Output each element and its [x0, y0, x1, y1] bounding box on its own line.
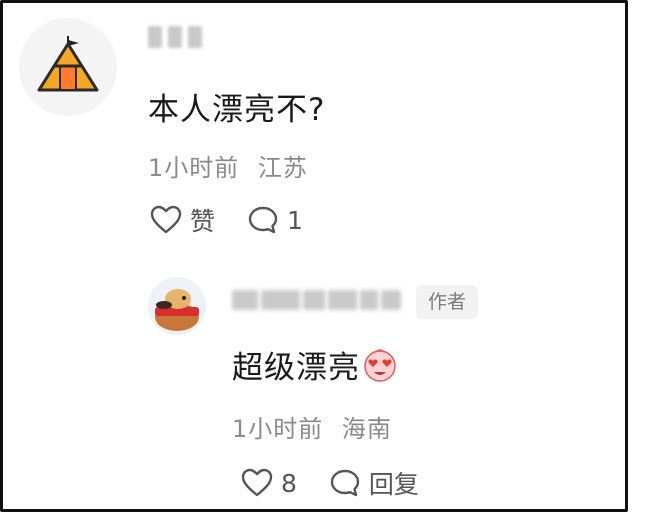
reply-button[interactable]: 回复	[329, 465, 419, 501]
comment-bubble-icon	[330, 469, 360, 497]
reply-author-name-blurred[interactable]	[232, 286, 404, 314]
comment-actions: 赞 1	[150, 202, 335, 238]
reply-actions: 8 回复	[241, 465, 451, 501]
reply-text-row: 超级漂亮	[232, 342, 398, 387]
commenter-avatar[interactable]	[19, 18, 117, 116]
like-button[interactable]: 赞	[150, 202, 215, 238]
reply-author-avatar[interactable]	[148, 277, 206, 335]
cartoon-avatar-icon	[148, 277, 206, 335]
reply-like-button[interactable]: 8	[241, 468, 297, 498]
commenter-name-blurred[interactable]	[148, 26, 212, 52]
comment-text: 本人漂亮不?	[148, 92, 326, 128]
comment-bubble-icon	[248, 206, 278, 234]
comment-location: 江苏	[257, 154, 308, 182]
reply-text: 超级漂亮	[232, 350, 360, 386]
reply-time: 1小时前	[232, 415, 324, 443]
like-label: 赞	[190, 207, 216, 236]
reply-label: 回复	[368, 470, 419, 499]
reply-like-count: 8	[281, 468, 297, 498]
heart-outline-icon	[241, 468, 273, 497]
reply-count: 1	[287, 205, 303, 235]
comment-time: 1小时前	[148, 154, 240, 182]
author-badge: 作者	[416, 285, 479, 319]
comment-meta: 1小时前 江苏	[148, 148, 308, 183]
heart-outline-icon	[150, 205, 182, 234]
heart-eyes-emoji-icon	[364, 348, 396, 382]
reply-count-button[interactable]: 1	[247, 205, 303, 235]
tent-icon	[19, 18, 117, 116]
reply-location: 海南	[341, 415, 392, 443]
reply-meta: 1小时前 海南	[232, 409, 392, 444]
